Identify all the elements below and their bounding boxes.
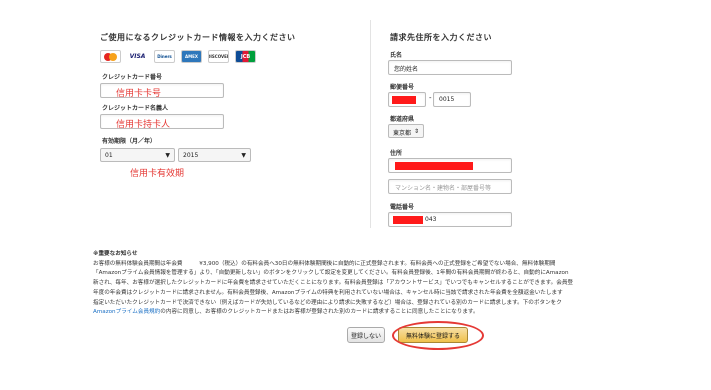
notice-line: 年度の年会費はクレジットカードに請求されません。有料会員登録後、Amazonプラ… bbox=[93, 289, 563, 296]
address-section-title: 請求先住所を入力ください bbox=[390, 33, 492, 42]
jcb-icon: JCB bbox=[235, 50, 256, 63]
phone-input[interactable]: 043 bbox=[388, 212, 512, 227]
name-value: 您的姓名 bbox=[394, 66, 419, 73]
phone-suffix: 043 bbox=[425, 216, 437, 223]
address-line2-input[interactable]: マンション名・建物名・部屋番号等 bbox=[388, 179, 512, 194]
discover-icon: DISCOVER bbox=[208, 50, 229, 63]
postal-label: 郵便番号 bbox=[390, 84, 415, 91]
amex-icon: AMEX bbox=[181, 50, 202, 63]
expiry-label: 有効期限（月／年） bbox=[102, 138, 157, 145]
chevron-down-icon: ▼ bbox=[165, 152, 170, 159]
address-line2-placeholder: マンション名・建物名・部屋番号等 bbox=[395, 185, 492, 192]
postal-code-first-input[interactable] bbox=[388, 92, 426, 107]
redaction-mark bbox=[395, 162, 473, 170]
prefecture-select[interactable]: 東京都 ⇕ bbox=[388, 124, 424, 138]
postal-code-second-value: 0015 bbox=[439, 96, 455, 103]
notice-line: 新され、毎年、お客様が選択したクレジットカードに年会費を請求させていただくことに… bbox=[93, 280, 574, 287]
expiry-year-select[interactable]: 2015 ▼ bbox=[178, 148, 251, 162]
card-number-hint: 信用卡卡号 bbox=[116, 89, 162, 99]
section-divider bbox=[370, 20, 371, 228]
address-label: 住所 bbox=[390, 150, 403, 157]
card-number-label: クレジットカード番号 bbox=[102, 74, 163, 81]
card-logos: VISA Diners AMEX DISCOVER JCB bbox=[100, 50, 256, 63]
phone-label: 電話番号 bbox=[390, 204, 415, 211]
notice-line: 指定いただいたクレジットカードで決済できない（例えばカードが失効しているなどの理… bbox=[93, 299, 562, 306]
redaction-mark bbox=[393, 216, 423, 224]
do-not-register-button[interactable]: 登録しない bbox=[347, 327, 385, 343]
prime-terms-link[interactable]: Amazonプライム会員規約 bbox=[93, 309, 160, 315]
prime-signup-page: ご使用になるクレジットカード情報を入力ください VISA Diners AMEX… bbox=[0, 0, 711, 390]
notice-line: 「Amazonプライム会員情報を管理する」より、「自動更新しない」のボタンをクリ… bbox=[93, 270, 569, 277]
expiry-hint: 信用卡有效期 bbox=[130, 169, 185, 179]
address-line1-input[interactable] bbox=[388, 158, 512, 173]
postal-code-second-input[interactable]: 0015 bbox=[433, 92, 471, 107]
notice-line-last: Amazonプライム会員規約の内容に同意し、お客様のクレジットカードまたはお客様… bbox=[93, 308, 638, 318]
important-notice: ※重要なお知らせ お客様の無料体験会員期間は年会費 ¥3,900（税込）の有料会… bbox=[93, 250, 638, 318]
expiry-year-value: 2015 bbox=[183, 152, 199, 159]
diners-icon: Diners bbox=[154, 50, 175, 63]
notice-heading: ※重要なお知らせ bbox=[93, 251, 138, 257]
mastercard-icon bbox=[100, 50, 121, 63]
card-holder-hint: 信用卡持卡人 bbox=[116, 120, 171, 130]
prefecture-label: 都道府県 bbox=[390, 116, 415, 123]
highlight-circle-annotation bbox=[392, 321, 484, 350]
chevron-down-icon: ▼ bbox=[241, 152, 246, 159]
chevron-down-icon: ⇕ bbox=[413, 128, 419, 135]
name-label: 氏名 bbox=[390, 52, 403, 59]
notice-line: お客様の無料体験会員期間は年会費 ¥3,900（税込）の有料会員へ30日の無料体… bbox=[93, 260, 556, 267]
postal-dash: - bbox=[429, 94, 432, 102]
expiry-month-select[interactable]: 01 ▼ bbox=[100, 148, 175, 162]
billing-address-panel: 請求先住所を入力ください 氏名 您的姓名 郵便番号 - 0015 都道府県 東京… bbox=[386, 20, 636, 228]
expiry-month-value: 01 bbox=[105, 152, 113, 159]
card-holder-label: クレジットカード名義人 bbox=[102, 105, 169, 112]
name-input[interactable]: 您的姓名 bbox=[388, 60, 512, 75]
card-info-panel: ご使用になるクレジットカード情報を入力ください VISA Diners AMEX… bbox=[88, 20, 350, 228]
visa-icon: VISA bbox=[129, 53, 146, 60]
notice-line-rest: の内容に同意し、お客様のクレジットカードまたはお客様が登録された別のカードに請求… bbox=[160, 309, 479, 316]
redaction-mark bbox=[392, 96, 416, 104]
card-section-title: ご使用になるクレジットカード情報を入力ください bbox=[100, 33, 296, 42]
prefecture-value: 東京都 bbox=[393, 130, 412, 137]
